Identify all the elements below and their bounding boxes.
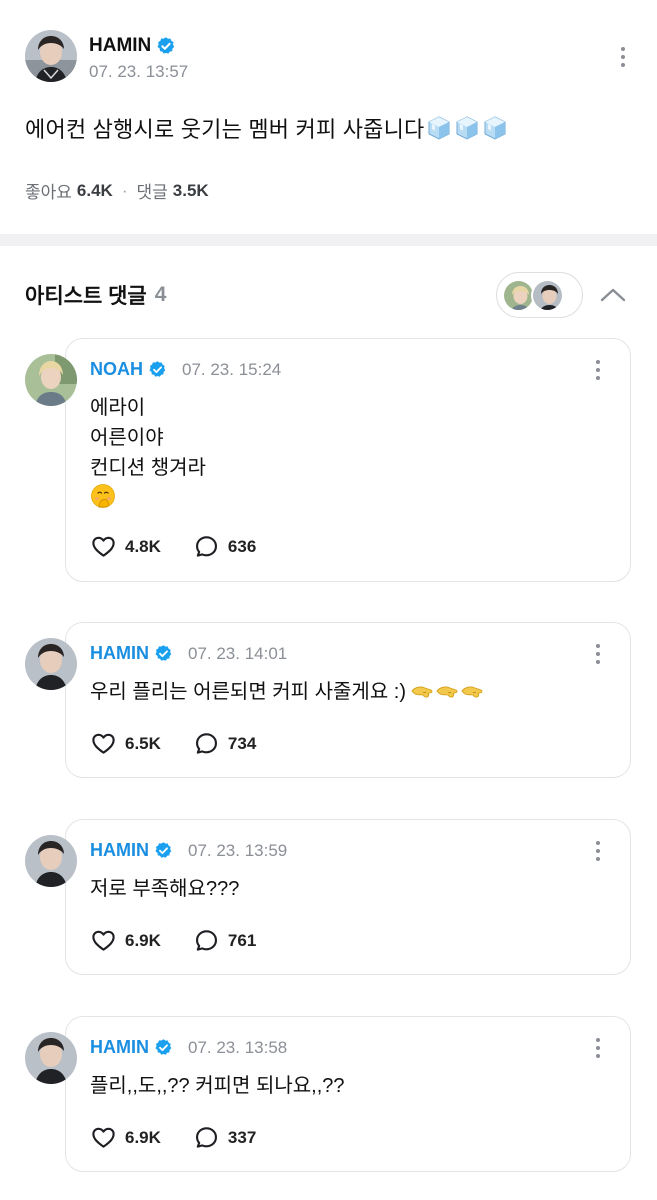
comment-author[interactable]: HAMIN xyxy=(90,643,149,664)
comment-author[interactable]: NOAH xyxy=(90,359,143,380)
comment-header: HAMIN 07. 23. 13:59 xyxy=(90,840,287,861)
comment-line: 우리 플리는 어른되면 커피 사줄게요 :) xyxy=(90,681,406,703)
comment-card: HAMIN 07. 23. 13:59 저로 부족해요??? 6.9K 761 xyxy=(65,819,631,975)
likes-count[interactable]: 6.4K xyxy=(77,181,113,201)
comment-line: 저로 부족해요??? xyxy=(90,878,240,900)
comment-actions: 6.9K 337 xyxy=(90,1124,256,1151)
comment-header: HAMIN 07. 23. 14:01 xyxy=(90,643,287,664)
verified-badge-icon xyxy=(154,1038,173,1057)
pinching-hand-emoji xyxy=(410,683,484,701)
comment-body: 저로 부족해요??? xyxy=(90,874,239,904)
comment-author[interactable]: HAMIN xyxy=(90,840,149,861)
artist-comment: HAMIN 07. 23. 13:58 플리,,도,,?? 커피면 되나요,,?… xyxy=(25,1016,631,1172)
comment-timestamp: 07. 23. 15:24 xyxy=(182,359,282,379)
like-button[interactable]: 6.9K xyxy=(90,927,161,954)
comment-body: 우리 플리는 어른되면 커피 사줄게요 :) xyxy=(90,677,484,707)
verified-badge-icon xyxy=(154,644,173,663)
verified-badge-icon xyxy=(154,841,173,860)
post-stats: 좋아요 6.4K · 댓글 3.5K xyxy=(25,178,209,203)
comment-header: NOAH 07. 23. 15:24 xyxy=(90,359,281,380)
post-timestamp: 07. 23. 13:57 xyxy=(89,62,189,81)
comment-header: HAMIN 07. 23. 13:58 xyxy=(90,1037,287,1058)
hamin-avatar[interactable] xyxy=(25,638,77,690)
heart-icon xyxy=(90,533,117,560)
hamin-avatar[interactable] xyxy=(25,1032,77,1084)
heart-icon xyxy=(90,1124,117,1151)
comment-timestamp: 07. 23. 14:01 xyxy=(188,643,288,663)
comment-body: 플리,,도,,?? 커피면 되나요,,?? xyxy=(90,1071,345,1101)
verified-badge-icon xyxy=(148,360,167,379)
like-count: 6.5K xyxy=(125,733,161,753)
comment-more-options-icon[interactable] xyxy=(588,1033,608,1063)
author-avatar[interactable] xyxy=(25,30,77,82)
reply-button[interactable]: 636 xyxy=(193,533,256,560)
speech-bubble-icon xyxy=(193,533,220,560)
artist-avatars-pill[interactable] xyxy=(496,272,583,318)
like-count: 6.9K xyxy=(125,1127,161,1147)
comment-author[interactable]: HAMIN xyxy=(90,1037,149,1058)
like-button[interactable]: 4.8K xyxy=(90,533,161,560)
comment-actions: 6.5K 734 xyxy=(90,730,256,757)
heart-icon xyxy=(90,730,117,757)
comments-label[interactable]: 댓글 xyxy=(137,178,168,203)
reply-button[interactable]: 337 xyxy=(193,1124,256,1151)
verified-badge-icon xyxy=(156,36,176,56)
section-divider xyxy=(0,234,657,246)
reply-count: 734 xyxy=(227,733,257,753)
comment-line: 플리,,도,,?? 커피면 되나요,,?? xyxy=(90,1075,345,1097)
like-count: 4.8K xyxy=(125,536,161,556)
comment-more-options-icon[interactable] xyxy=(588,836,608,866)
artist-comments-count: 4 xyxy=(154,283,167,306)
noah-avatar[interactable] xyxy=(25,354,77,406)
heart-icon xyxy=(90,927,117,954)
speech-bubble-icon xyxy=(193,1124,220,1151)
artist-comment: HAMIN 07. 23. 14:01 우리 플리는 어른되면 커피 사줄게요 … xyxy=(25,622,631,778)
comments-count[interactable]: 3.5K xyxy=(173,181,209,201)
speech-bubble-icon xyxy=(193,927,220,954)
comment-card: HAMIN 07. 23. 14:01 우리 플리는 어른되면 커피 사줄게요 … xyxy=(65,622,631,778)
post-more-options-icon[interactable] xyxy=(613,42,633,72)
likes-label[interactable]: 좋아요 xyxy=(25,178,72,203)
reply-count: 337 xyxy=(227,1127,257,1147)
comment-actions: 6.9K 761 xyxy=(90,927,256,954)
reply-button[interactable]: 734 xyxy=(193,730,256,757)
like-count: 6.9K xyxy=(125,930,161,950)
comment-line: 어른이야 xyxy=(90,427,164,449)
hamin-avatar[interactable] xyxy=(25,835,77,887)
author-name[interactable]: HAMIN xyxy=(89,35,151,57)
comment-line: 에라이 xyxy=(90,397,146,419)
speech-bubble-icon xyxy=(193,730,220,757)
reply-count: 761 xyxy=(227,930,257,950)
author-line: HAMIN xyxy=(89,35,176,57)
artist-comment: HAMIN 07. 23. 13:59 저로 부족해요??? 6.9K 761 xyxy=(25,819,631,975)
stats-separator: · xyxy=(121,180,128,200)
ice-cube-emoji xyxy=(426,115,508,141)
post-text: 에어컨 삼행시로 웃기는 멤버 커피 사줍니다 xyxy=(25,117,425,142)
post-header: HAMIN 07. 23. 13:57 xyxy=(25,30,637,86)
comment-card: NOAH 07. 23. 15:24 에라이 어른이야 컨디션 챙겨라 4.8K… xyxy=(65,338,631,582)
section-title-text: 아티스트 댓글 xyxy=(25,285,147,308)
comment-line: 컨디션 챙겨라 xyxy=(90,457,206,479)
comment-more-options-icon[interactable] xyxy=(588,639,608,669)
hamin-mini-avatar xyxy=(531,278,564,312)
like-button[interactable]: 6.9K xyxy=(90,1124,161,1151)
comment-timestamp: 07. 23. 13:59 xyxy=(188,840,288,860)
face-with-hand-over-mouth-emoji xyxy=(90,483,206,509)
comment-actions: 4.8K 636 xyxy=(90,533,256,560)
comment-timestamp: 07. 23. 13:58 xyxy=(188,1037,288,1057)
chevron-up-icon[interactable] xyxy=(598,280,628,308)
like-button[interactable]: 6.5K xyxy=(90,730,161,757)
artist-comments-header: 아티스트 댓글 4 xyxy=(25,272,637,318)
post-body: 에어컨 삼행시로 웃기는 멤버 커피 사줍니다 xyxy=(25,112,508,144)
reply-count: 636 xyxy=(227,536,257,556)
reply-button[interactable]: 761 xyxy=(193,927,256,954)
comment-body: 에라이 어른이야 컨디션 챙겨라 xyxy=(90,393,206,509)
comment-more-options-icon[interactable] xyxy=(588,355,608,385)
artist-comment: NOAH 07. 23. 15:24 에라이 어른이야 컨디션 챙겨라 4.8K… xyxy=(25,338,631,582)
comment-card: HAMIN 07. 23. 13:58 플리,,도,,?? 커피면 되나요,,?… xyxy=(65,1016,631,1172)
